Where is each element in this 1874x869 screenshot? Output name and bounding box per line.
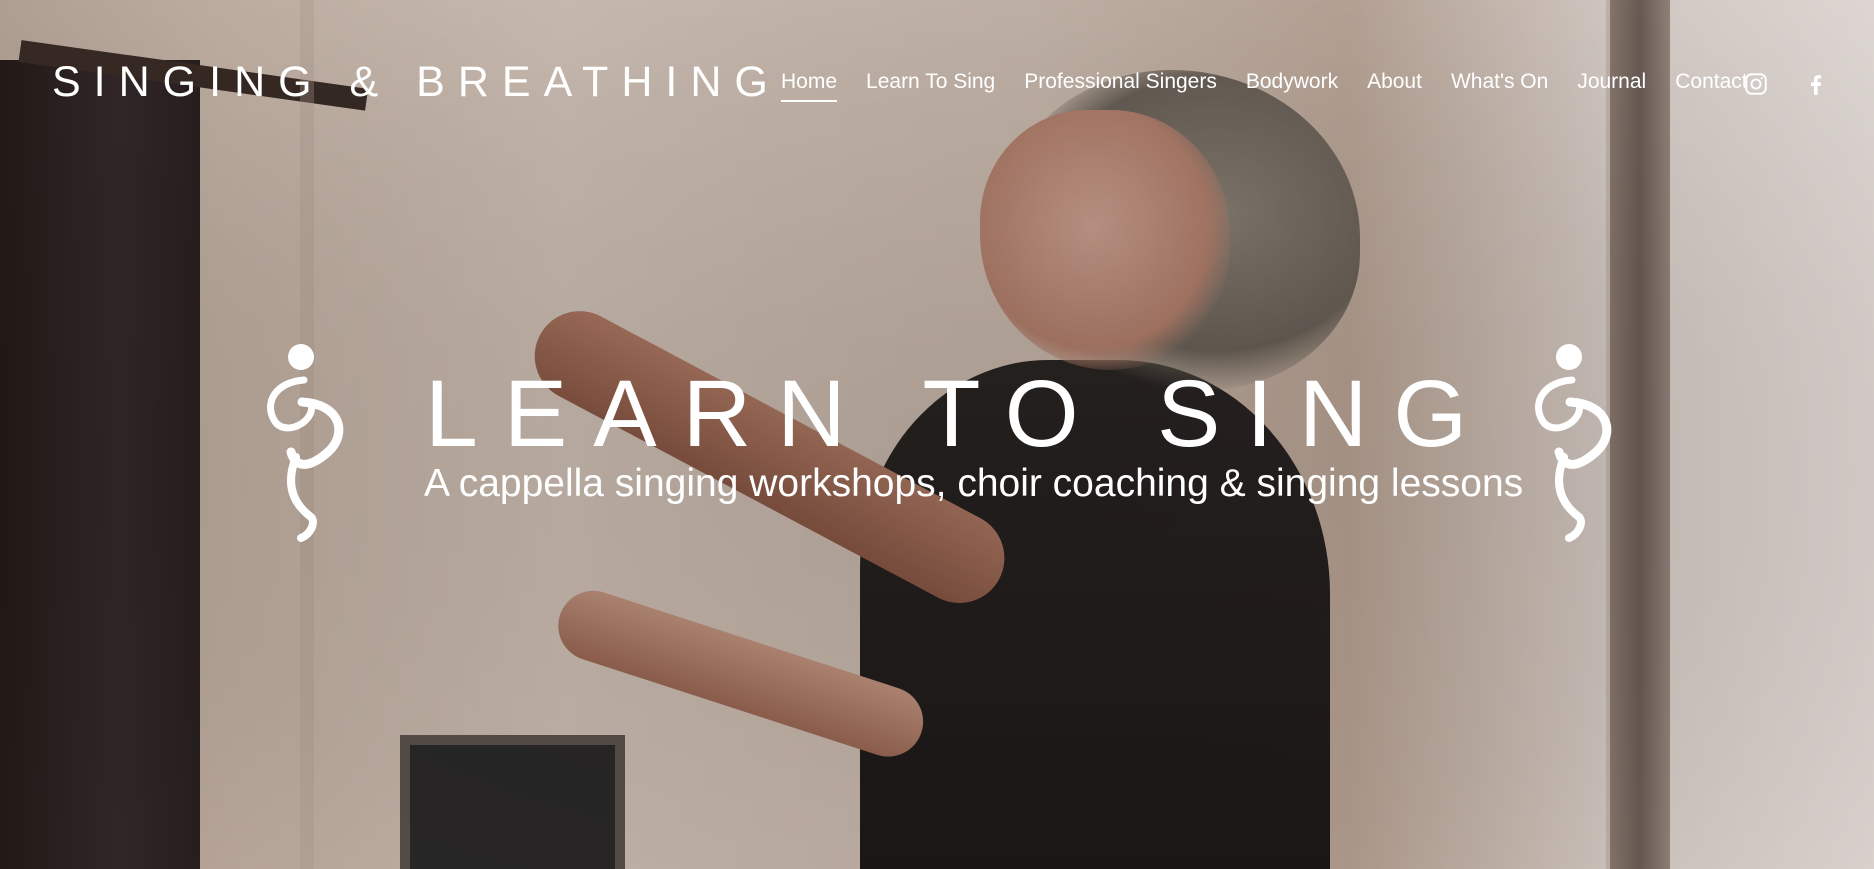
nav-item-learn-to-sing[interactable]: Learn To Sing <box>866 70 995 102</box>
singer-figure-icon <box>1524 342 1624 542</box>
facebook-icon[interactable] <box>1802 70 1830 98</box>
nav-item-contact[interactable]: Contact <box>1675 70 1747 102</box>
nav-item-bodywork[interactable]: Bodywork <box>1246 70 1338 102</box>
site-logo[interactable]: SINGING & BREATHING <box>52 58 781 107</box>
main-nav: Home Learn To Sing Professional Singers … <box>781 70 1748 102</box>
nav-item-home[interactable]: Home <box>781 70 838 102</box>
social-links <box>1742 70 1830 98</box>
nav-item-about[interactable]: About <box>1367 70 1422 102</box>
nav-item-professional-singers[interactable]: Professional Singers <box>1024 70 1217 102</box>
instagram-icon[interactable] <box>1742 70 1770 98</box>
nav-item-whats-on[interactable]: What's On <box>1451 70 1548 102</box>
singer-figure-icon <box>256 342 356 542</box>
nav-item-journal[interactable]: Journal <box>1577 70 1646 102</box>
hero-section: SINGING & BREATHING Home Learn To Sing P… <box>0 0 1874 869</box>
hero-subtitle: A cappella singing workshops, choir coac… <box>424 462 1524 505</box>
site-header: SINGING & BREATHING Home Learn To Sing P… <box>0 0 1874 170</box>
hero-title: LEARN TO SING <box>425 361 1494 467</box>
